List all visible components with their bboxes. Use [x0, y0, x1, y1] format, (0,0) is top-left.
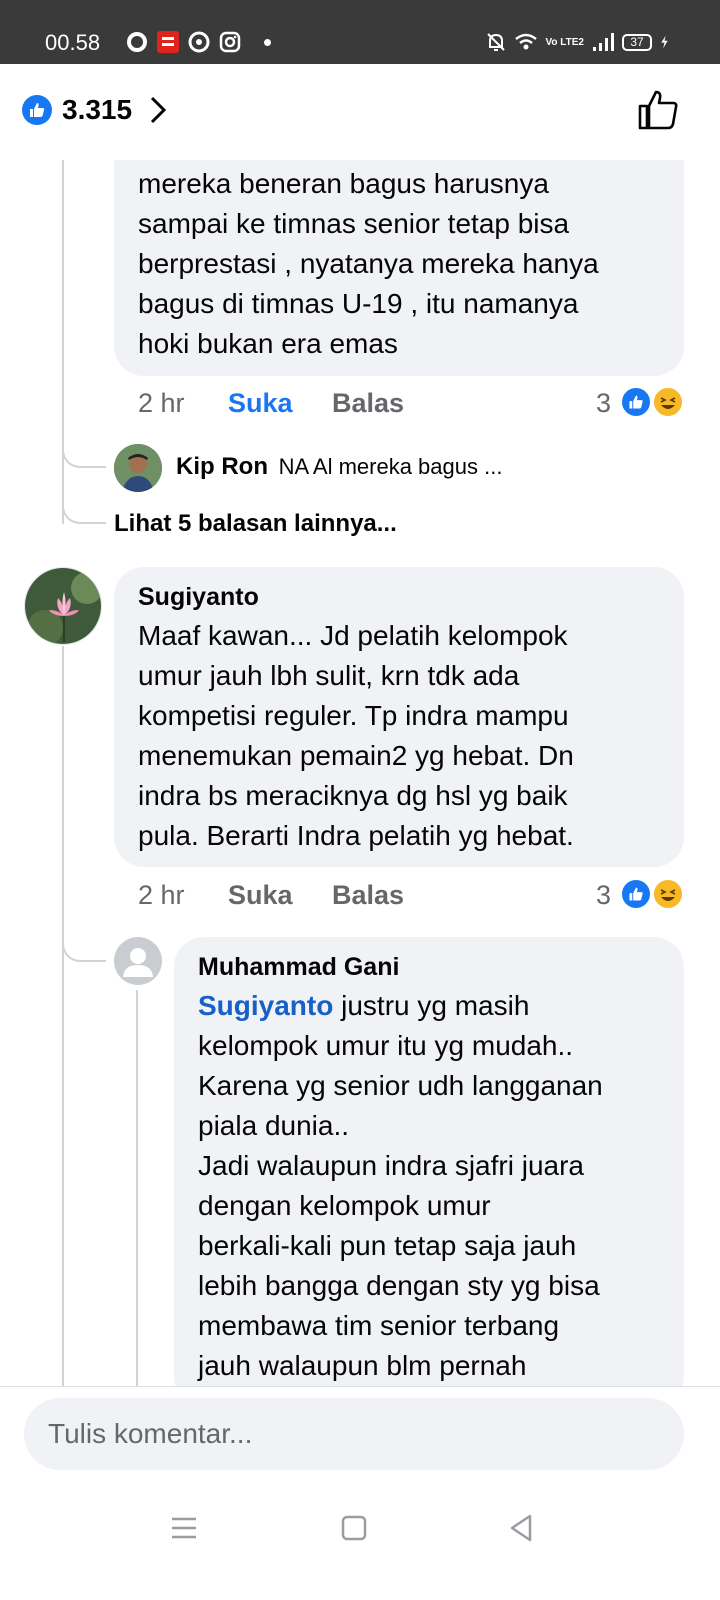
reply-preview[interactable]: Kip Ron NA Al mereka bagus ... [176, 453, 502, 481]
like-reaction-icon [620, 386, 652, 418]
comment-text: Maaf kawan... Jd pelatih kelompok umur j… [138, 620, 574, 851]
wifi-icon [515, 33, 538, 50]
notification-dot-icon [264, 38, 271, 46]
comment-time: 2 hr [138, 388, 185, 418]
instagram-icon [219, 31, 241, 53]
view-more-replies-link[interactable]: Lihat 5 balasan lainnya... [114, 510, 397, 538]
comment-composer[interactable] [24, 1398, 684, 1470]
network-label: Vo LTE2 [545, 36, 584, 48]
home-icon[interactable] [336, 1510, 372, 1546]
app-red-icon [157, 31, 179, 53]
comment-author[interactable]: Sugiyanto [138, 583, 259, 612]
default-avatar-icon[interactable] [114, 937, 162, 985]
reaction-count[interactable]: 3 [596, 880, 611, 911]
comment-text: mereka beneran bagus harusnya sampai ke … [138, 168, 599, 359]
reply-text: Sugiyanto justru yg masih kelompok umur … [198, 990, 603, 1381]
status-time: 00.58 [45, 30, 101, 55]
avatar[interactable] [114, 444, 162, 492]
comment-input[interactable] [24, 1398, 684, 1470]
reply-button[interactable]: Balas [332, 388, 404, 419]
reply-snippet: NA Al mereka bagus ... [278, 454, 503, 479]
like-post-button[interactable] [636, 88, 680, 132]
like-reaction-icon [620, 878, 652, 910]
signal-icon [593, 33, 614, 51]
menu-icon[interactable] [166, 1510, 202, 1546]
reply-author: Kip Ron [176, 453, 268, 480]
chevron-right-icon[interactable] [148, 96, 168, 124]
haha-reaction-icon [652, 878, 684, 910]
thread-line [136, 990, 138, 1386]
haha-reaction-icon [652, 386, 684, 418]
mute-bell-icon [487, 33, 506, 51]
avatar[interactable] [24, 567, 102, 645]
composer-divider [0, 1386, 720, 1387]
like-button[interactable]: Suka [228, 388, 293, 419]
back-icon[interactable] [504, 1510, 540, 1546]
mention-link[interactable]: Sugiyanto [198, 990, 333, 1021]
status-bar: 00.58 Vo LTE2 37 [0, 0, 720, 64]
thread-line [62, 646, 64, 1386]
battery-icon: 37 [622, 33, 652, 51]
charging-icon [661, 35, 668, 49]
reaction-total[interactable]: 3.315 [62, 94, 132, 126]
reply-author[interactable]: Muhammad Gani [198, 953, 399, 982]
comment-time: 2 hr [138, 880, 185, 910]
thread-connector [62, 420, 106, 468]
thread-connector [62, 470, 106, 524]
thread-connector [62, 900, 106, 962]
reaction-count[interactable]: 3 [596, 388, 611, 419]
like-button[interactable]: Suka [228, 880, 293, 911]
like-reaction-icon [22, 95, 52, 125]
reply-button[interactable]: Balas [332, 880, 404, 911]
opera-icon [127, 32, 147, 52]
app-circle-icon [188, 31, 210, 53]
